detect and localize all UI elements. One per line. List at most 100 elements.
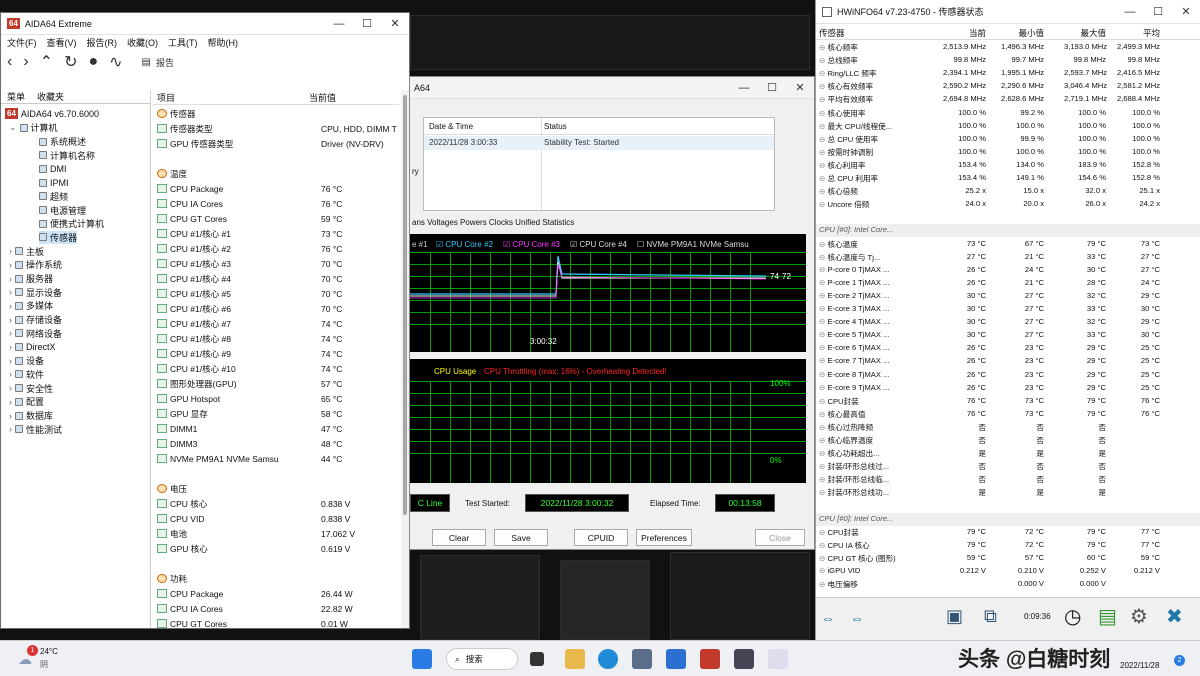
- tree-item[interactable]: 超频: [39, 190, 68, 204]
- tree-item[interactable]: IPMI: [39, 176, 69, 190]
- expand-icon[interactable]: ›: [9, 328, 12, 338]
- tree-item[interactable]: › 配置: [9, 395, 44, 409]
- tree-item[interactable]: 系统概述: [39, 135, 86, 149]
- col-item[interactable]: 项目: [153, 91, 309, 104]
- tab-favorites[interactable]: 收藏夹: [37, 90, 64, 103]
- tree-root[interactable]: 64 AIDA64 v6.70.6000: [5, 107, 99, 121]
- sensor-row[interactable]: 电池 17.062 V: [157, 526, 399, 541]
- sensor-row[interactable]: CPU GT Cores 59 °C: [157, 211, 399, 226]
- sensor-row[interactable]: ⊖ 电压偏移 0.000 V 0.000 V: [816, 578, 1200, 591]
- sensor-row[interactable]: ⊖ CPU封装 79 °C 72 °C 79 °C 77 °C: [816, 526, 1200, 539]
- sensor-row[interactable]: ⊖ 封装/环形总线过... 否 否 否: [816, 460, 1200, 473]
- sensor-row[interactable]: ⊖ 核心临界温度 否 否 否: [816, 434, 1200, 447]
- sensor-row[interactable]: [157, 466, 399, 481]
- aida64-task-icon[interactable]: [700, 649, 720, 669]
- store-icon[interactable]: [632, 649, 652, 669]
- expand-icon[interactable]: ⌄: [9, 122, 17, 133]
- sensor-row[interactable]: CPU #1/核心 #1 73 °C: [157, 226, 399, 241]
- tree-item[interactable]: ⌄ 计算机: [9, 121, 58, 135]
- sensor-row[interactable]: ⊖ 核心频率 2,513.9 MHz 1,496.3 MHz 3,193.0 MHz 2…: [816, 41, 1200, 54]
- forward-icon[interactable]: ›: [23, 53, 28, 71]
- sensor-row[interactable]: CPU #1/核心 #5 70 °C: [157, 286, 399, 301]
- sensor-row[interactable]: ⊖ 总线频率 99.8 MHz 99.7 MHz 99.8 MHz 99.8 MHz: [816, 54, 1200, 67]
- tree-item[interactable]: › 显示设备: [9, 285, 62, 299]
- expand-icon[interactable]: ›: [9, 424, 12, 434]
- menu-file[interactable]: 文件(F): [7, 36, 37, 49]
- sensor-row[interactable]: CPU 核心 0.838 V: [157, 496, 399, 511]
- sensor-row[interactable]: [157, 556, 399, 571]
- sensor-row[interactable]: ⊖ E-core 4 TjMAX ... 30 °C 27 °C 32 °C 29 °C: [816, 316, 1200, 329]
- close-test-button[interactable]: Close: [755, 529, 805, 546]
- col-current[interactable]: 当前: [941, 27, 986, 39]
- close-icon[interactable]: ✖: [1166, 604, 1183, 629]
- save-report-icon[interactable]: ▤: [1098, 604, 1117, 629]
- clock-icon[interactable]: ◷: [1064, 604, 1081, 629]
- tree-item[interactable]: › 安全性: [9, 381, 53, 395]
- close-button[interactable]: ✕: [786, 81, 814, 94]
- minimize-button[interactable]: —: [325, 18, 353, 30]
- cpuid-button[interactable]: CPUID: [574, 529, 628, 546]
- edge-icon[interactable]: [598, 649, 618, 669]
- sensor-row[interactable]: [816, 211, 1200, 224]
- search-box[interactable]: ⌕ 搜索: [446, 648, 518, 670]
- sensor-row[interactable]: DIMM3 48 °C: [157, 436, 399, 451]
- expand-icon[interactable]: ›: [9, 342, 12, 352]
- tree-item[interactable]: 传感器: [39, 230, 78, 245]
- sensor-row[interactable]: NVMe PM9A1 NVMe Samsu 44 °C: [157, 451, 399, 466]
- sensor-row[interactable]: CPU #1/核心 #8 74 °C: [157, 331, 399, 346]
- nav-arrows-icon[interactable]: ⇔: [850, 610, 864, 626]
- up-icon[interactable]: ⌃: [40, 52, 53, 72]
- sensor-row[interactable]: ⊖ 总 CPU 使用率 100.0 % 99.9 % 100.0 % 100.0 %: [816, 133, 1200, 146]
- back-icon[interactable]: ‹: [7, 53, 12, 71]
- expand-icon[interactable]: ›: [9, 397, 12, 407]
- sensor-row[interactable]: ⊖ P-core 0 TjMAX ... 26 °C 24 °C 30 °C 27 °C: [816, 264, 1200, 277]
- sensor-row[interactable]: ⊖ E-core 8 TjMAX ... 26 °C 23 °C 29 °C 25 °C: [816, 369, 1200, 382]
- chart-icon[interactable]: ∿: [109, 52, 122, 72]
- sensor-row[interactable]: CPU IA Cores 22.82 W: [157, 601, 399, 616]
- sensor-row[interactable]: ⊖ Uncore 倍频 24.0 x 20.0 x 26.0 x 24.2 x: [816, 198, 1200, 211]
- sensor-row[interactable]: ⊖ E-core 9 TjMAX ... 26 °C 23 °C 29 °C 25 °C: [816, 382, 1200, 395]
- save-button[interactable]: Save: [494, 529, 548, 546]
- notification-badge[interactable]: 2: [1174, 655, 1185, 666]
- tree-item[interactable]: › DirectX: [9, 340, 56, 354]
- sensor-row[interactable]: CPU Package 76 °C: [157, 181, 399, 196]
- sensor-row[interactable]: ⊖ 封装/环形总线临... 否 否 否: [816, 473, 1200, 486]
- sensor-row[interactable]: ⊖ 核心使用率 100.0 % 99.2 % 100.0 % 100.0 %: [816, 107, 1200, 120]
- sensor-row[interactable]: ⊖ E-core 7 TjMAX ... 26 °C 23 °C 29 °C 25 °C: [816, 355, 1200, 368]
- col-avg[interactable]: 平均: [1116, 27, 1160, 39]
- sensor-row[interactable]: ⊖ 平均有效频率 2,694.8 MHz 2,628.6 MHz 2,719.1 MH…: [816, 93, 1200, 106]
- sensor-row[interactable]: ⊖ Ring/LLC 频率 2,394.1 MHz 1,995.1 MHz 2,593…: [816, 67, 1200, 80]
- col-date[interactable]: Date & Time: [429, 122, 473, 131]
- sensor-row[interactable]: ⊖ 核心温度与 Tj... 27 °C 21 °C 33 °C 27 °C: [816, 251, 1200, 264]
- sensor-row[interactable]: ⊖ E-core 5 TjMAX ... 30 °C 27 °C 33 °C 30 °C: [816, 329, 1200, 342]
- tree-item[interactable]: 计算机名称: [39, 148, 95, 162]
- refresh-icon[interactable]: ↻: [64, 52, 77, 72]
- explorer-icon[interactable]: [565, 649, 585, 669]
- col-sensor[interactable]: 传感器: [819, 27, 845, 39]
- user-icon[interactable]: ●: [88, 53, 98, 71]
- report-icon[interactable]: ▤: [142, 57, 151, 68]
- sensor-group-header[interactable]: CPU [#0]: Intel Core...: [816, 224, 1200, 238]
- sensor-row[interactable]: ⊖ 核心温度 73 °C 67 °C 79 °C 73 °C: [816, 238, 1200, 251]
- sensor-row[interactable]: ⊖ 最大 CPU/线程使... 100.0 % 100.0 % 100.0 % 100.…: [816, 120, 1200, 133]
- sensor-row[interactable]: ⊖ iGPU VID 0.212 V 0.210 V 0.252 V 0.212 V: [816, 565, 1200, 578]
- close-button[interactable]: ✕: [381, 17, 409, 30]
- expand-icon[interactable]: ›: [9, 315, 12, 325]
- sensor-row[interactable]: ⊖ 核心利用率 153.4 % 134.0 % 183.9 % 152.8 %: [816, 159, 1200, 172]
- close-button[interactable]: ✕: [1172, 5, 1200, 18]
- sensor-row[interactable]: ⊖ 总 CPU 利用率 153.4 % 149.1 % 154.6 % 152.8 %: [816, 172, 1200, 185]
- sensor-row[interactable]: ⊖ 核心倍频 25.2 x 15.0 x 32.0 x 25.1 x: [816, 185, 1200, 198]
- sensor-row[interactable]: ⊖ 封装/环形总线功... 是 是 是: [816, 486, 1200, 499]
- section-header[interactable]: 温度: [157, 166, 399, 181]
- hwinfo-task-icon[interactable]: [734, 649, 754, 669]
- sensor-row[interactable]: 图形处理器(GPU) 57 °C: [157, 376, 399, 391]
- settings-icon[interactable]: ⚙: [1130, 604, 1148, 629]
- menu-view[interactable]: 查看(V): [47, 36, 77, 49]
- sensor-row[interactable]: 传感器类型 CPU, HDD, DIMM T: [157, 121, 399, 136]
- tab-menu[interactable]: 菜单: [7, 90, 25, 103]
- sensor-row[interactable]: DIMM1 47 °C: [157, 421, 399, 436]
- expand-icon[interactable]: ›: [9, 383, 12, 393]
- col-value[interactable]: 当前值: [309, 91, 336, 104]
- app2-icon[interactable]: [768, 649, 788, 669]
- tree-item[interactable]: › 多媒体: [9, 299, 53, 313]
